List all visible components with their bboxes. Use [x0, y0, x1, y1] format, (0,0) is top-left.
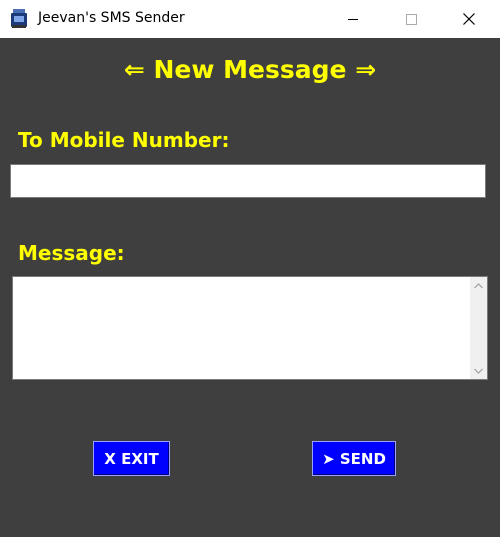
- main-panel: ⇐ New Message ⇒ To Mobile Number: Messag…: [0, 38, 500, 537]
- message-label: Message:: [18, 241, 125, 265]
- minimize-button[interactable]: [330, 0, 376, 38]
- message-box: [12, 276, 488, 380]
- minimize-icon: [348, 18, 358, 20]
- chevron-down-icon: [474, 368, 483, 374]
- mobile-number-input[interactable]: [10, 164, 486, 198]
- scroll-up-button[interactable]: [470, 277, 487, 294]
- title-bar: Jeevan's SMS Sender: [0, 0, 500, 38]
- to-mobile-number-label: To Mobile Number:: [18, 128, 230, 152]
- message-scrollbar[interactable]: [470, 277, 487, 379]
- window-title: Jeevan's SMS Sender: [38, 10, 185, 26]
- exit-button[interactable]: X EXIT: [93, 441, 170, 476]
- message-textarea[interactable]: [13, 277, 471, 379]
- maximize-button[interactable]: [388, 0, 434, 38]
- maximize-icon: [405, 13, 417, 25]
- chevron-up-icon: [474, 282, 483, 288]
- close-button[interactable]: [446, 0, 492, 38]
- page-title: ⇐ New Message ⇒: [123, 55, 377, 84]
- scroll-down-button[interactable]: [470, 362, 487, 379]
- sms-app-icon: [10, 9, 28, 29]
- close-icon: [463, 13, 475, 25]
- send-button[interactable]: ➤ SEND: [312, 441, 396, 476]
